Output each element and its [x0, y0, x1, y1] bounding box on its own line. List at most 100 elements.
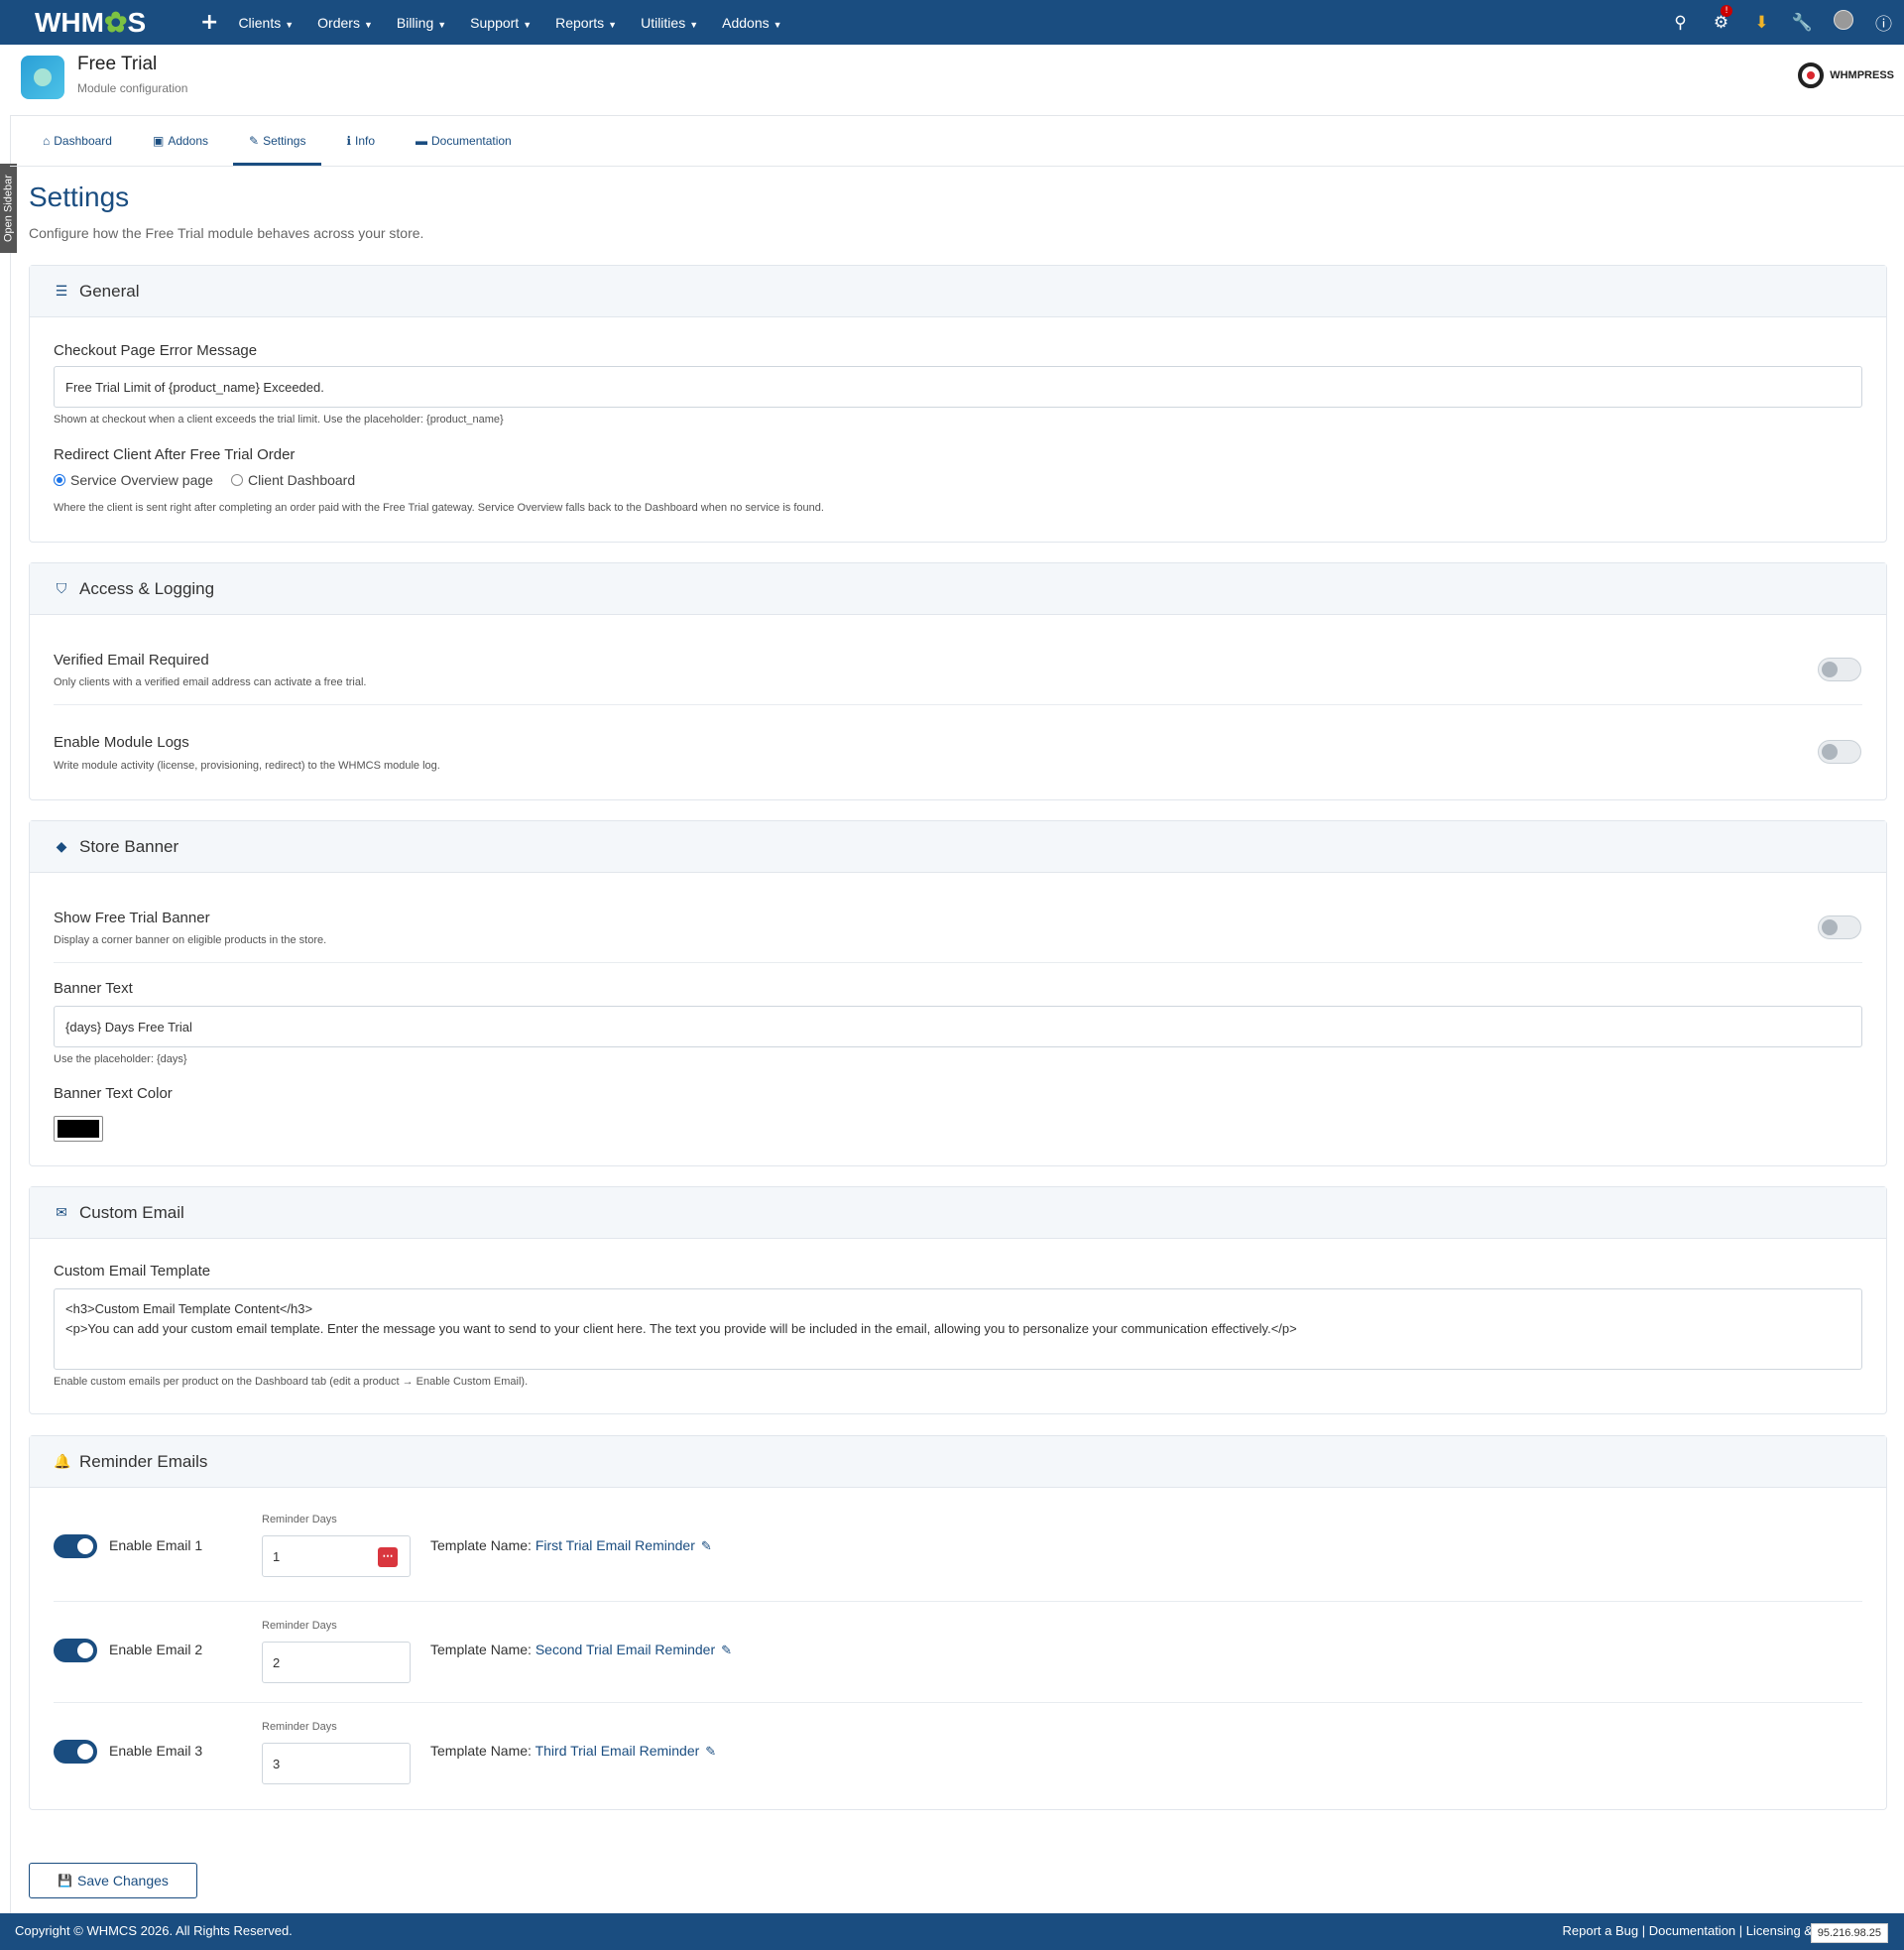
error-message-label: Checkout Page Error Message — [54, 342, 258, 359]
reminder-days-label: Reminder Days — [262, 1620, 337, 1632]
edit-icon[interactable]: ✎ — [701, 1538, 712, 1553]
template-name-3: Template Name: Third Trial Email Reminde… — [430, 1743, 717, 1759]
divider — [54, 1601, 1862, 1602]
nav-addons[interactable]: Addons ▼ — [722, 15, 781, 31]
tab-settings[interactable]: ✎ Settings — [233, 116, 322, 166]
redirect-service-overview-radio[interactable] — [54, 474, 65, 486]
quick-add-icon[interactable]: + — [200, 10, 218, 35]
wrench-icon: ✎ — [249, 134, 260, 148]
general-card-header: ☰ General — [30, 266, 1886, 317]
enable-email-3-label: Enable Email 3 — [109, 1743, 203, 1759]
banner-color-picker[interactable] — [54, 1116, 103, 1142]
tab-dashboard[interactable]: ⌂ Dashboard — [27, 116, 128, 166]
automation-gears-icon[interactable]: ⚙! — [1701, 4, 1741, 33]
shield-icon: ⛉ — [56, 580, 67, 596]
edit-icon[interactable]: ✎ — [721, 1643, 732, 1657]
verified-email-help: Only clients with a verified email addre… — [54, 676, 367, 688]
bell-icon: 🔔 — [54, 1453, 71, 1469]
top-navbar: WHM✿S + Clients ▼ Orders ▼ Billing ▼ Suppor… — [0, 0, 1904, 45]
search-icon[interactable]: ⚲ — [1660, 13, 1701, 33]
banner-text-help: Use the placeholder: {days} — [54, 1053, 187, 1065]
banner-color-label: Banner Text Color — [54, 1085, 173, 1102]
verified-email-toggle[interactable] — [1818, 658, 1861, 681]
alert-badge: ! — [1721, 4, 1732, 17]
info-icon: ℹ — [346, 134, 351, 148]
envelope-icon: ✉ — [56, 1204, 67, 1220]
wrench-icon[interactable]: 🔧 — [1782, 13, 1823, 33]
reminder-days-2-input[interactable]: 2 — [262, 1642, 411, 1683]
tab-addons[interactable]: ▣ Addons — [137, 116, 224, 166]
access-logging-card-header: ⛉ Access & Logging — [30, 563, 1886, 615]
error-message-input[interactable]: Free Trial Limit of {product_name} Excee… — [54, 366, 1862, 408]
store-banner-card: ◆ Store Banner Show Free Trial Banner Dis… — [29, 820, 1887, 1166]
banner-text-input[interactable]: {days} Days Free Trial — [54, 1006, 1862, 1047]
page-subtitle: Configure how the Free Trial module beha… — [29, 225, 424, 241]
module-tabs: ⌂ Dashboard ▣ Addons ✎ Settings ℹ Info ▬ Docu… — [27, 116, 536, 166]
edit-icon[interactable]: ✎ — [705, 1744, 716, 1759]
content-left-border — [10, 116, 11, 1913]
template-3-link[interactable]: Third Trial Email Reminder — [536, 1743, 700, 1759]
template-line: <p>You can add your custom email templat… — [65, 1321, 1297, 1336]
general-card: ☰ General Checkout Page Error Message Fre… — [29, 265, 1887, 543]
module-subtitle: Module configuration — [77, 81, 188, 95]
reminder-emails-card: 🔔 Reminder Emails Enable Email 1 Reminder… — [29, 1435, 1887, 1810]
enable-email-2-label: Enable Email 2 — [109, 1642, 203, 1657]
custom-email-template-textarea[interactable]: <h3>Custom Email Template Content</h3> <… — [54, 1288, 1862, 1370]
module-logs-toggle[interactable] — [1818, 740, 1861, 764]
password-manager-icon[interactable]: ⋯ — [378, 1547, 398, 1567]
show-banner-toggle[interactable] — [1818, 915, 1861, 939]
show-banner-help: Display a corner banner on eligible prod… — [54, 934, 327, 946]
tab-info[interactable]: ℹ Info — [330, 116, 391, 166]
enable-email-2-toggle[interactable] — [54, 1639, 97, 1662]
show-banner-label: Show Free Trial Banner — [54, 910, 210, 926]
redirect-client-dashboard-label[interactable]: Client Dashboard — [248, 472, 355, 488]
error-message-help: Shown at checkout when a client exceeds … — [54, 414, 504, 426]
redirect-client-dashboard-radio[interactable] — [230, 474, 243, 486]
divider — [54, 962, 1862, 963]
nav-orders[interactable]: Orders ▼ — [317, 15, 373, 31]
template-2-link[interactable]: Second Trial Email Reminder — [536, 1642, 715, 1657]
free-trial-module-icon — [21, 56, 64, 99]
template-line: <h3>Custom Email Template Content</h3> — [65, 1301, 313, 1316]
custom-email-template-label: Custom Email Template — [54, 1263, 211, 1280]
module-logs-label: Enable Module Logs — [54, 734, 189, 751]
enable-email-1-toggle[interactable] — [54, 1534, 97, 1558]
enable-email-1-label: Enable Email 1 — [109, 1537, 203, 1553]
ip-address-badge: 95.216.98.25 — [1810, 1923, 1888, 1943]
redirect-help: Where the client is sent right after com… — [54, 502, 824, 514]
reminder-days-label: Reminder Days — [262, 1514, 337, 1525]
nav-support[interactable]: Support ▼ — [470, 15, 532, 31]
avatar[interactable] — [1823, 10, 1863, 35]
reminder-days-3-input[interactable]: 3 — [262, 1743, 411, 1784]
folder-icon: ▬ — [416, 134, 428, 148]
divider — [54, 704, 1862, 705]
banner-text-label: Banner Text — [54, 980, 133, 997]
tabs-divider — [10, 166, 1904, 167]
home-icon: ⌂ — [43, 134, 51, 148]
enable-email-3-toggle[interactable] — [54, 1740, 97, 1764]
help-icon[interactable]: ⓘ — [1863, 10, 1904, 35]
nav-billing[interactable]: Billing ▼ — [397, 15, 446, 31]
nav-clients[interactable]: Clients ▼ — [238, 15, 294, 31]
whmpress-brand[interactable]: WHMPRESS — [1798, 62, 1894, 88]
redirect-service-overview-label[interactable]: Service Overview page — [70, 472, 213, 488]
whmcs-logo[interactable]: WHM✿S — [35, 6, 174, 39]
reminder-days-1-input[interactable]: 1 ⋯ — [262, 1535, 411, 1577]
save-changes-button[interactable]: 💾 Save Changes — [29, 1863, 197, 1898]
divider — [54, 1702, 1862, 1703]
template-1-link[interactable]: First Trial Email Reminder — [536, 1537, 695, 1553]
floppy-disk-icon: 💾 — [58, 1874, 73, 1888]
whmpress-logo-icon — [1798, 62, 1825, 88]
nav-utilities[interactable]: Utilities ▼ — [641, 15, 698, 31]
download-icon[interactable]: ⬇ — [1741, 13, 1782, 33]
custom-email-card: ✉ Custom Email Custom Email Template <h3>… — [29, 1186, 1887, 1414]
nav-reports[interactable]: Reports ▼ — [555, 15, 617, 31]
redirect-label: Redirect Client After Free Trial Order — [54, 446, 296, 463]
module-title: Free Trial — [77, 54, 158, 74]
module-header: Free Trial Module configuration WHMPRESS — [10, 45, 1904, 116]
custom-email-card-header: ✉ Custom Email — [30, 1187, 1886, 1239]
tag-icon: ◆ — [56, 838, 67, 854]
access-logging-card: ⛉ Access & Logging Verified Email Require… — [29, 562, 1887, 800]
tab-documentation[interactable]: ▬ Documentation — [400, 116, 528, 166]
open-sidebar-toggle[interactable]: Open Sidebar — [0, 164, 17, 253]
